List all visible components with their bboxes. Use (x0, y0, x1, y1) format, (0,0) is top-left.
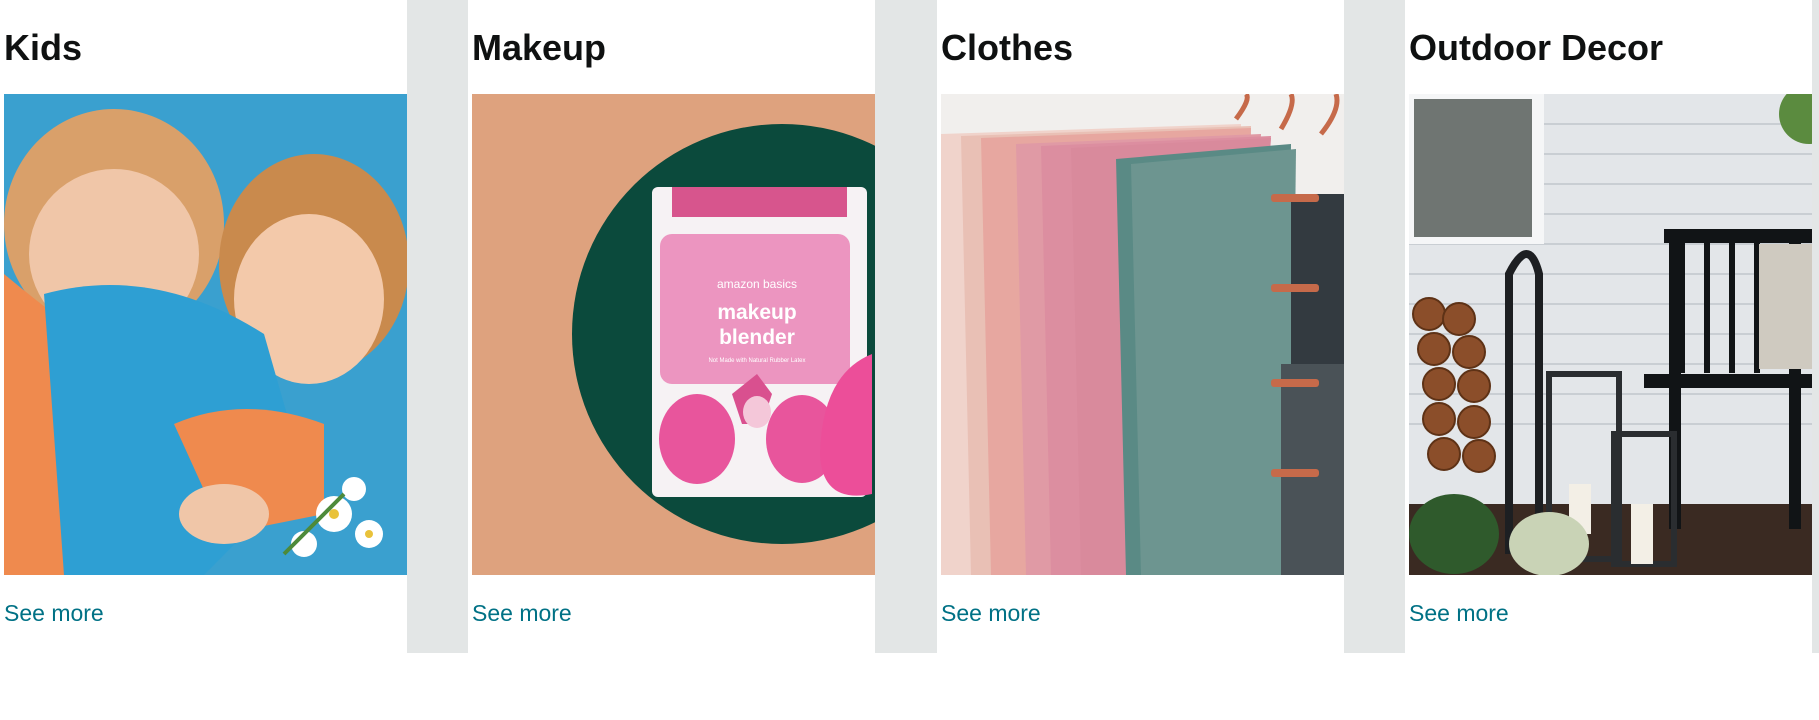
category-card-kids: Kids See more (0, 0, 407, 653)
card-title: Kids (4, 27, 83, 68)
clothes-image[interactable] (941, 94, 1344, 575)
makeup-image[interactable]: amazon basics makeup blender Not Made wi… (472, 94, 875, 575)
see-more-link[interactable]: See more (1409, 599, 1509, 627)
outdoor-decor-image[interactable] (1409, 94, 1812, 575)
cards-row: Kids See more Makeup amazon basics makeu… (0, 0, 1819, 653)
category-card-clothes: Clothes See more (937, 0, 1344, 653)
category-card-makeup: Makeup amazon basics makeup blender Not … (468, 0, 875, 653)
product-sub-text: Not Made with Natural Rubber Latex (708, 358, 805, 364)
card-title: Outdoor Decor (1409, 27, 1664, 68)
card-title: Clothes (941, 27, 1074, 68)
product-brand-text: amazon basics (717, 277, 797, 291)
see-more-link[interactable]: See more (4, 599, 104, 627)
product-name-line-1: makeup (717, 301, 796, 324)
card-title: Makeup (472, 27, 607, 68)
see-more-link[interactable]: See more (941, 599, 1041, 627)
see-more-link[interactable]: See more (472, 599, 572, 627)
category-card-outdoor-decor: Outdoor Decor See more (1405, 0, 1812, 653)
kids-image[interactable] (4, 94, 407, 575)
product-name-line-2: blender (719, 326, 795, 349)
